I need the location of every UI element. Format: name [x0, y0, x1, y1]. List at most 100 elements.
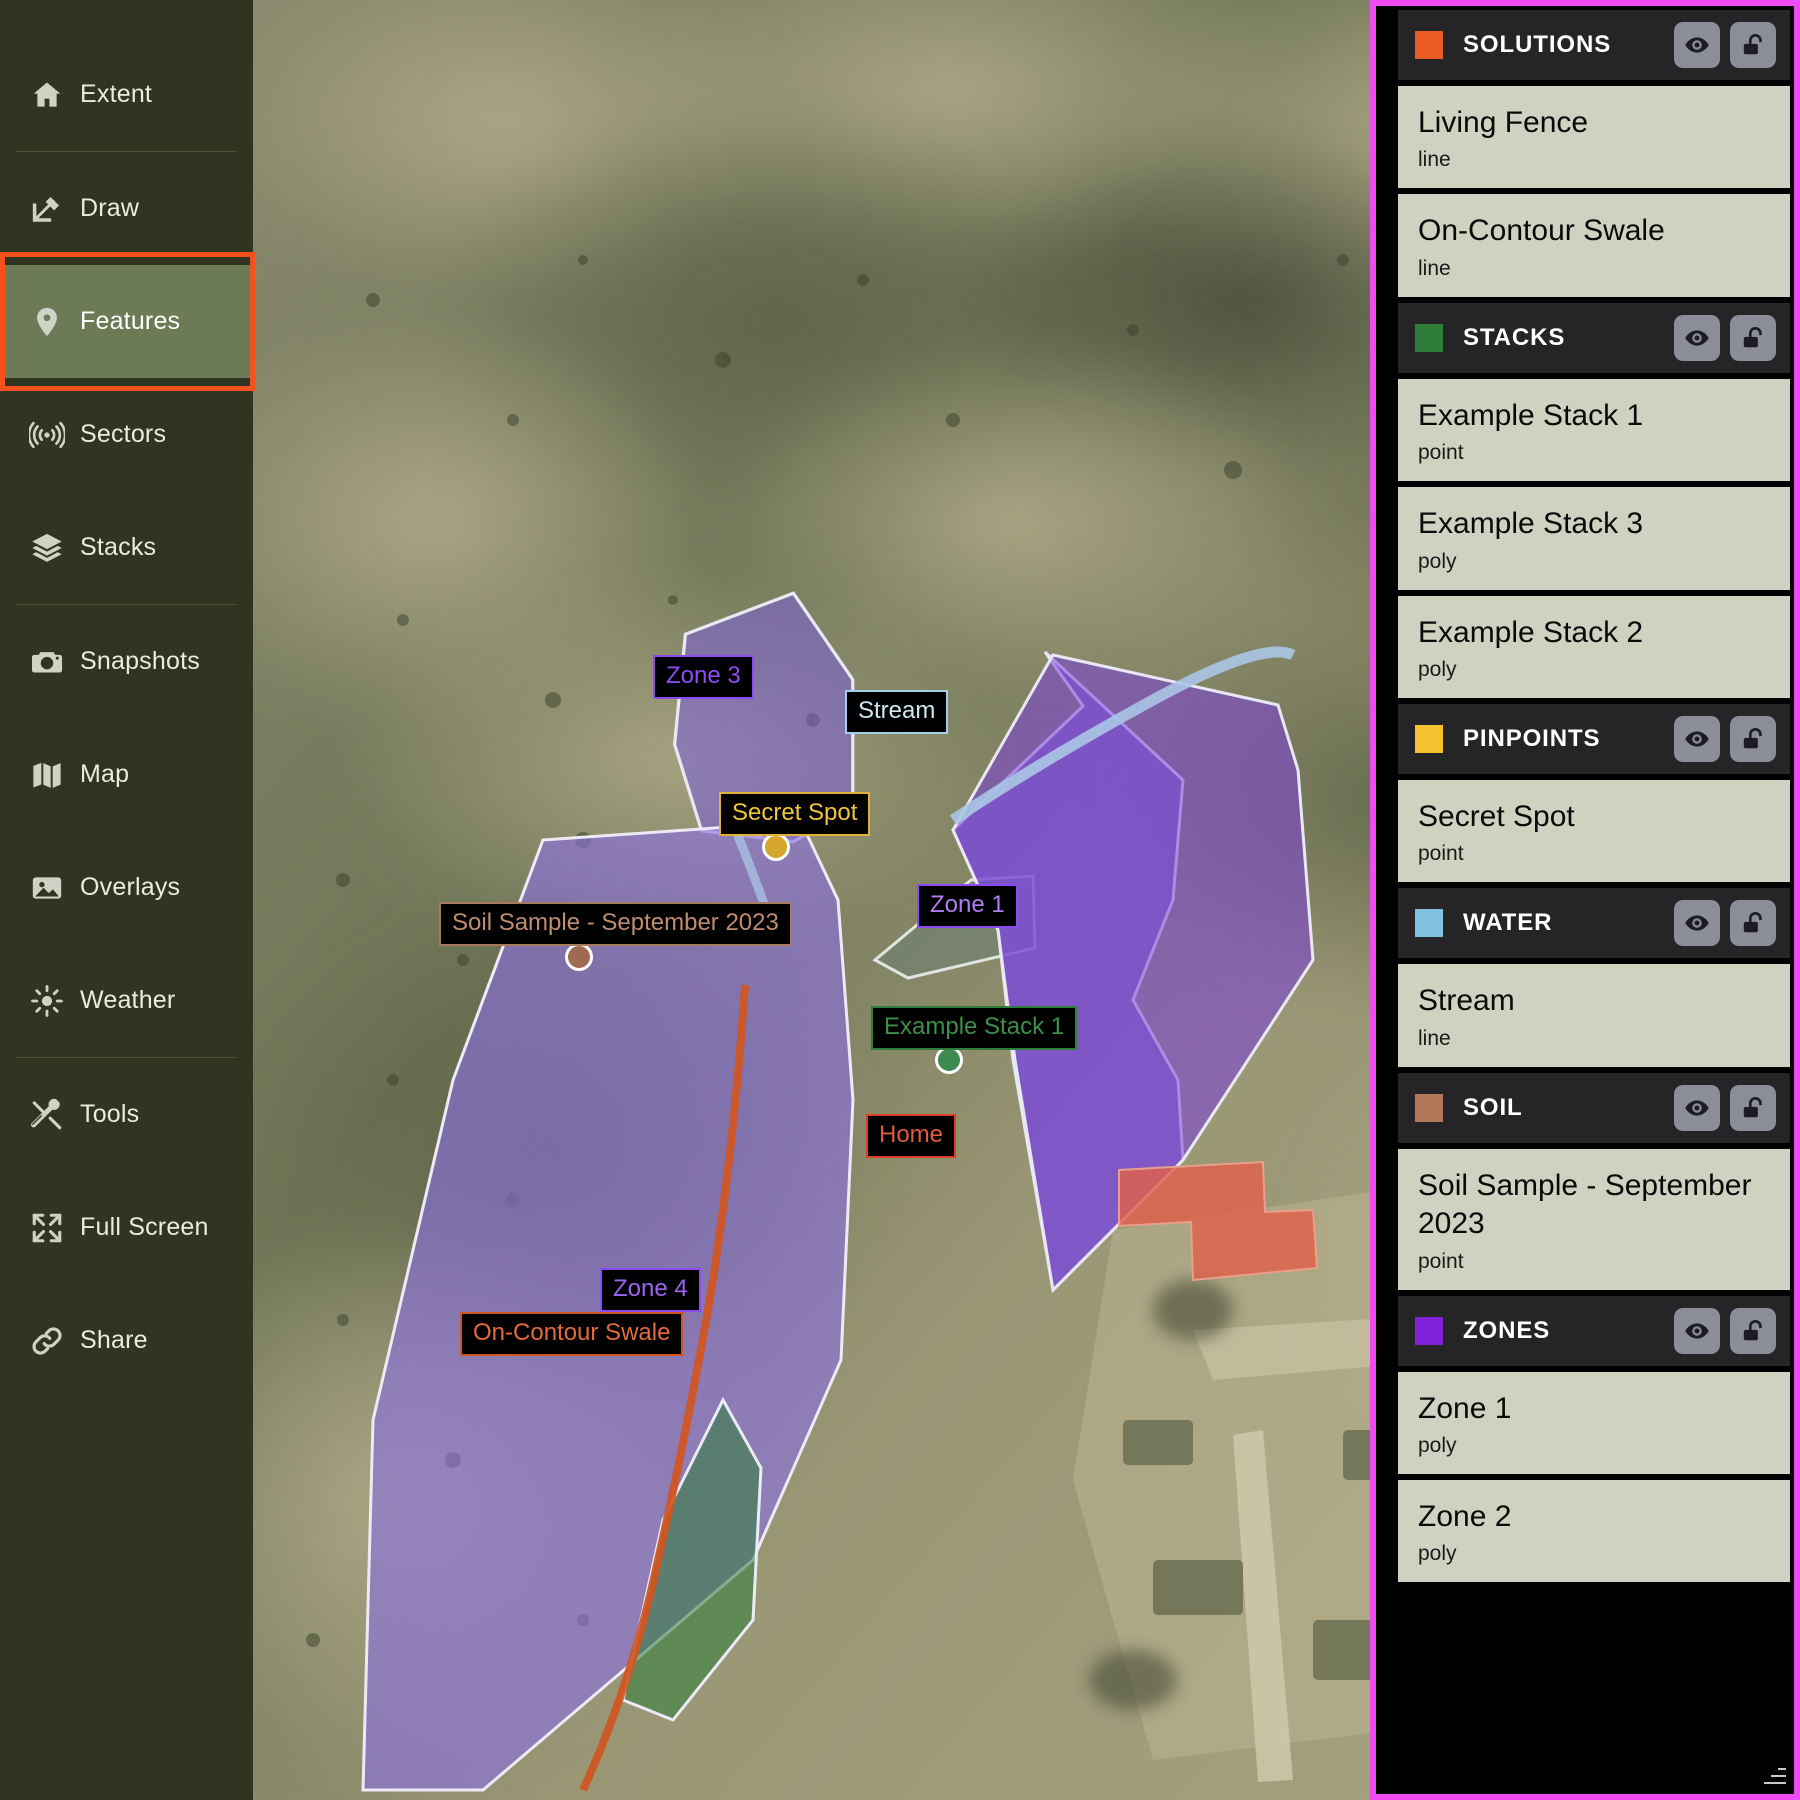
group-title: WATER — [1463, 909, 1664, 937]
sidebar-item-label: Draw — [80, 194, 139, 223]
feature-name: Zone 1 — [1418, 1390, 1770, 1428]
feature-name: Example Stack 2 — [1418, 614, 1770, 652]
sidebar-item-draw[interactable]: Draw — [0, 152, 253, 265]
sidebar-item-label: Sectors — [80, 420, 166, 449]
left-sidebar: Extent Draw Features Sectors Stacks Snapshots… — [0, 0, 253, 1800]
sidebar-item-label: Tools — [80, 1100, 139, 1129]
layers-icon — [14, 531, 80, 565]
sidebar-item-label: Snapshots — [80, 647, 200, 676]
unlocked-padlock-icon[interactable] — [1730, 315, 1776, 361]
group-title: STACKS — [1463, 324, 1664, 352]
map-point-secret-spot[interactable] — [762, 833, 790, 861]
unlocked-padlock-icon[interactable] — [1730, 22, 1776, 68]
feature-name: Soil Sample - September 2023 — [1418, 1167, 1770, 1244]
sidebar-item-label: Map — [80, 760, 129, 789]
group-header-soil[interactable]: SOIL — [1398, 1073, 1790, 1143]
sidebar-item-label: Share — [80, 1326, 148, 1355]
group-title: SOIL — [1463, 1094, 1664, 1122]
sidebar-item-map[interactable]: Map — [0, 718, 253, 831]
unlocked-padlock-icon[interactable] — [1730, 1308, 1776, 1354]
eye-icon[interactable] — [1674, 900, 1720, 946]
feature-item[interactable]: Secret Spot point — [1398, 780, 1790, 882]
map-point-soil-sample[interactable] — [565, 943, 593, 971]
group-color-swatch — [1415, 1094, 1443, 1122]
feature-type: line — [1418, 257, 1770, 281]
group-color-swatch — [1415, 31, 1443, 59]
feature-name: Living Fence — [1418, 104, 1770, 142]
map-label-zone-3[interactable]: Zone 3 — [653, 655, 754, 699]
feature-item[interactable]: Soil Sample - September 2023 point — [1398, 1149, 1790, 1290]
image-icon — [14, 871, 80, 905]
group-color-swatch — [1415, 324, 1443, 352]
group-header-water[interactable]: WATER — [1398, 888, 1790, 958]
sidebar-item-sectors[interactable]: Sectors — [0, 378, 253, 491]
feature-item[interactable]: Zone 1poly — [1398, 1372, 1790, 1474]
panel-resize-handle[interactable] — [1762, 1762, 1786, 1786]
features-panel-list: SOLUTIONSLiving FencelineOn-Contour Swal… — [1376, 6, 1794, 1582]
unlocked-padlock-icon[interactable] — [1730, 716, 1776, 762]
eye-icon[interactable] — [1674, 315, 1720, 361]
group-header-stacks[interactable]: STACKS — [1398, 303, 1790, 373]
map-label-on-contour-swale[interactable]: On-Contour Swale — [460, 1312, 683, 1356]
feature-item[interactable]: Example Stack 3poly — [1398, 487, 1790, 589]
sidebar-item-label: Weather — [80, 986, 175, 1015]
sidebar-item-full-screen[interactable]: Full Screen — [0, 1171, 253, 1284]
sidebar-item-share[interactable]: Share — [0, 1284, 253, 1397]
feature-item[interactable]: Streamline — [1398, 964, 1790, 1066]
sun-icon — [14, 984, 80, 1018]
expand-icon — [14, 1211, 80, 1245]
sidebar-item-features[interactable]: Features — [0, 265, 253, 378]
home-icon — [14, 78, 80, 112]
feature-type: poly — [1418, 550, 1770, 574]
map-label-home[interactable]: Home — [866, 1114, 956, 1158]
group-header-pinpoints[interactable]: PINPOINTS — [1398, 704, 1790, 774]
sidebar-item-weather[interactable]: Weather — [0, 944, 253, 1057]
eye-icon[interactable] — [1674, 716, 1720, 762]
feature-type: line — [1418, 148, 1770, 172]
map-label-zone-4[interactable]: Zone 4 — [600, 1268, 701, 1312]
camera-icon — [14, 645, 80, 679]
map-point-example-stack[interactable] — [935, 1046, 963, 1074]
feature-item[interactable]: Example Stack 2poly — [1398, 596, 1790, 698]
feature-type: point — [1418, 1250, 1770, 1274]
sidebar-item-overlays[interactable]: Overlays — [0, 831, 253, 944]
group-header-zones[interactable]: ZONES — [1398, 1296, 1790, 1366]
eye-icon[interactable] — [1674, 1085, 1720, 1131]
group-title: ZONES — [1463, 1317, 1664, 1345]
unlocked-padlock-icon[interactable] — [1730, 900, 1776, 946]
tools-icon — [14, 1098, 80, 1132]
feature-name: Secret Spot — [1418, 798, 1770, 836]
group-header-solutions[interactable]: SOLUTIONS — [1398, 10, 1790, 80]
sidebar-item-snapshots[interactable]: Snapshots — [0, 605, 253, 718]
feature-item[interactable]: Zone 2poly — [1398, 1480, 1790, 1582]
link-icon — [14, 1324, 80, 1358]
feature-item[interactable]: Living Fence line — [1398, 86, 1790, 188]
group-color-swatch — [1415, 909, 1443, 937]
map-label-stream[interactable]: Stream — [845, 690, 948, 734]
feature-item[interactable]: Example Stack 1 point — [1398, 379, 1790, 481]
map-label-example-stack-1[interactable]: Example Stack 1 — [871, 1006, 1077, 1050]
broadcast-icon — [14, 418, 80, 452]
sidebar-item-label: Features — [80, 307, 180, 336]
map-label-zone-1[interactable]: Zone 1 — [917, 884, 1018, 928]
sidebar-item-label: Overlays — [80, 873, 180, 902]
feature-name: Zone 2 — [1418, 1498, 1770, 1536]
map-label-secret-spot[interactable]: Secret Spot — [719, 792, 870, 836]
pencil-icon — [14, 192, 80, 226]
feature-type: point — [1418, 441, 1770, 465]
feature-name: Example Stack 1 — [1418, 397, 1770, 435]
eye-icon[interactable] — [1674, 22, 1720, 68]
unlocked-padlock-icon[interactable] — [1730, 1085, 1776, 1131]
sidebar-item-extent[interactable]: Extent — [0, 38, 253, 151]
feature-type: point — [1418, 842, 1770, 866]
eye-icon[interactable] — [1674, 1308, 1720, 1354]
map-label-soil-sample[interactable]: Soil Sample - September 2023 — [439, 902, 792, 946]
map-pin-icon — [14, 305, 80, 339]
feature-item[interactable]: On-Contour Swaleline — [1398, 194, 1790, 296]
sidebar-item-tools[interactable]: Tools — [0, 1058, 253, 1171]
map-icon — [14, 758, 80, 792]
group-color-swatch — [1415, 725, 1443, 753]
sidebar-item-stacks[interactable]: Stacks — [0, 491, 253, 604]
group-title: SOLUTIONS — [1463, 31, 1664, 59]
group-color-swatch — [1415, 1317, 1443, 1345]
